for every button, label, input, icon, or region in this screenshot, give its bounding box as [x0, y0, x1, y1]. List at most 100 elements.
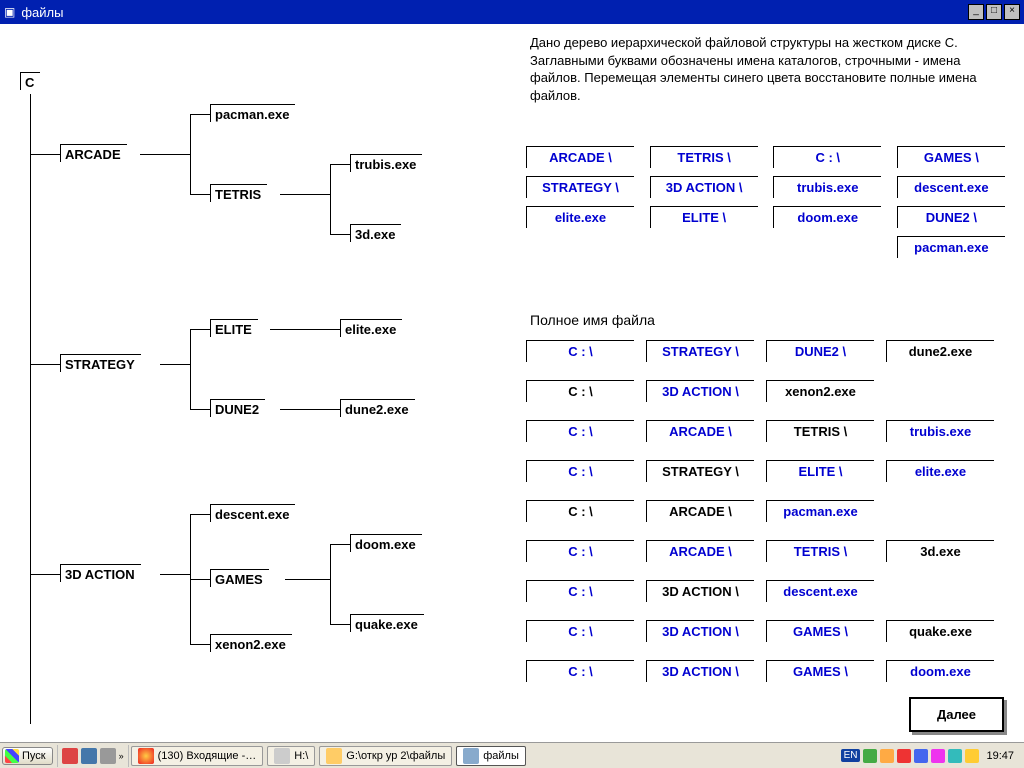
chip[interactable]: 3D ACTION \	[650, 176, 758, 198]
chrome-icon	[138, 748, 154, 764]
path-slot[interactable]: STRATEGY \	[646, 340, 754, 362]
chip[interactable]: trubis.exe	[773, 176, 881, 198]
tray-icon[interactable]	[931, 749, 945, 763]
path-row: C : \ STRATEGY \ ELITE \ elite.exe	[520, 456, 1000, 486]
start-button[interactable]: Пуск	[2, 747, 53, 765]
path-slot: xenon2.exe	[766, 380, 874, 402]
tree-tetris: TETRIS	[210, 184, 267, 202]
taskbar-label: файлы	[483, 750, 519, 762]
path-slot: 3d.exe	[886, 540, 994, 562]
path-slot[interactable]: C : \	[526, 340, 634, 362]
path-slot[interactable]: ARCADE \	[646, 540, 754, 562]
ql-chevron-icon[interactable]: »	[119, 751, 124, 761]
chip[interactable]: ELITE \	[650, 206, 758, 228]
tree-dune2: DUNE2	[210, 399, 265, 417]
path-slot: STRATEGY \	[646, 460, 754, 482]
minimize-button[interactable]: _	[968, 4, 984, 20]
path-slot: C : \	[526, 380, 634, 402]
tree-elite: ELITE	[210, 319, 258, 337]
taskbar-label: H:\	[294, 750, 308, 762]
path-slot: TETRIS \	[766, 420, 874, 442]
ql-icon[interactable]	[62, 748, 78, 764]
tray-icon[interactable]	[863, 749, 877, 763]
taskbar-item[interactable]: H:\	[267, 746, 315, 766]
next-button[interactable]: Далее	[909, 697, 1004, 732]
tree-arcade: ARCADE	[60, 144, 127, 162]
chip[interactable]: STRATEGY \	[526, 176, 634, 198]
path-slot: quake.exe	[886, 620, 994, 642]
path-slot[interactable]: elite.exe	[886, 460, 994, 482]
quick-launch: »	[57, 745, 129, 767]
path-row: C : \ 3D ACTION \ GAMES \ quake.exe	[520, 616, 1000, 646]
taskbar-label: G:\откр ур 2\файлы	[346, 750, 445, 762]
path-slot: dune2.exe	[886, 340, 994, 362]
taskbar-label: (130) Входящие -…	[158, 750, 257, 762]
path-slot[interactable]: C : \	[526, 420, 634, 442]
ql-icon[interactable]	[81, 748, 97, 764]
tree-3d: 3d.exe	[350, 224, 401, 242]
path-slot[interactable]: ELITE \	[766, 460, 874, 482]
path-slot[interactable]: 3D ACTION \	[646, 380, 754, 402]
path-row: C : \ 3D ACTION \ GAMES \ doom.exe	[520, 656, 1000, 686]
path-slot[interactable]: descent.exe	[766, 580, 874, 602]
chip[interactable]: pacman.exe	[897, 236, 1005, 258]
tree-doom: doom.exe	[350, 534, 422, 552]
tray-icon[interactable]	[914, 749, 928, 763]
close-button[interactable]: ×	[1004, 4, 1020, 20]
path-slot: 3D ACTION \	[646, 580, 754, 602]
path-slot[interactable]: trubis.exe	[886, 420, 994, 442]
chip[interactable]: TETRIS \	[650, 146, 758, 168]
path-slot[interactable]: pacman.exe	[766, 500, 874, 522]
tray-icon[interactable]	[948, 749, 962, 763]
path-slot[interactable]: DUNE2 \	[766, 340, 874, 362]
tree-root: C	[20, 72, 40, 90]
tree-games: GAMES	[210, 569, 269, 587]
path-slot[interactable]: GAMES \	[766, 620, 874, 642]
path-row: C : \ 3D ACTION \ descent.exe	[520, 576, 880, 606]
tree-dune2-exe: dune2.exe	[340, 399, 415, 417]
ql-icon[interactable]	[100, 748, 116, 764]
path-slot[interactable]: C : \	[526, 580, 634, 602]
tree-3daction: 3D ACTION	[60, 564, 141, 582]
language-indicator[interactable]: EN	[841, 749, 861, 762]
path-slot[interactable]: doom.exe	[886, 660, 994, 682]
tree-xenon2: xenon2.exe	[210, 634, 292, 652]
chip[interactable]: GAMES \	[897, 146, 1005, 168]
clock[interactable]: 19:47	[982, 750, 1018, 762]
chip[interactable]: elite.exe	[526, 206, 634, 228]
windows-flag-icon	[5, 749, 19, 763]
chip[interactable]: doom.exe	[773, 206, 881, 228]
titlebar: ▣ файлы _ □ ×	[0, 0, 1024, 24]
maximize-button[interactable]: □	[986, 4, 1002, 20]
path-row: C : \ ARCADE \ TETRIS \ trubis.exe	[520, 416, 1000, 446]
path-slot[interactable]: C : \	[526, 540, 634, 562]
start-label: Пуск	[22, 750, 46, 762]
tree-descent: descent.exe	[210, 504, 295, 522]
tray-icon[interactable]	[880, 749, 894, 763]
tree-strategy: STRATEGY	[60, 354, 141, 372]
tray-icon[interactable]	[965, 749, 979, 763]
path-slot[interactable]: C : \	[526, 460, 634, 482]
path-slot[interactable]: C : \	[526, 620, 634, 642]
path-slot[interactable]: 3D ACTION \	[646, 620, 754, 642]
path-slot[interactable]: ARCADE \	[646, 420, 754, 442]
draggable-chips: ARCADE \ TETRIS \ C : \ GAMES \ STRATEGY…	[520, 142, 1020, 262]
tree-trubis: trubis.exe	[350, 154, 422, 172]
system-tray: EN 19:47	[837, 749, 1022, 763]
path-slot[interactable]: TETRIS \	[766, 540, 874, 562]
chip[interactable]: DUNE2 \	[897, 206, 1005, 228]
folder-icon	[326, 748, 342, 764]
path-slot[interactable]: C : \	[526, 660, 634, 682]
chip[interactable]: ARCADE \	[526, 146, 634, 168]
taskbar-item[interactable]: G:\откр ур 2\файлы	[319, 746, 452, 766]
taskbar-item-active[interactable]: файлы	[456, 746, 526, 766]
taskbar: Пуск » (130) Входящие -… H:\ G:\откр ур …	[0, 742, 1024, 768]
chip[interactable]: C : \	[773, 146, 881, 168]
taskbar-item[interactable]: (130) Входящие -…	[131, 746, 264, 766]
path-row: C : \ STRATEGY \ DUNE2 \ dune2.exe	[520, 336, 1000, 366]
chip[interactable]: descent.exe	[897, 176, 1005, 198]
path-row: C : \ ARCADE \ TETRIS \ 3d.exe	[520, 536, 1000, 566]
tray-icon[interactable]	[897, 749, 911, 763]
path-slot[interactable]: GAMES \	[766, 660, 874, 682]
path-slot[interactable]: 3D ACTION \	[646, 660, 754, 682]
